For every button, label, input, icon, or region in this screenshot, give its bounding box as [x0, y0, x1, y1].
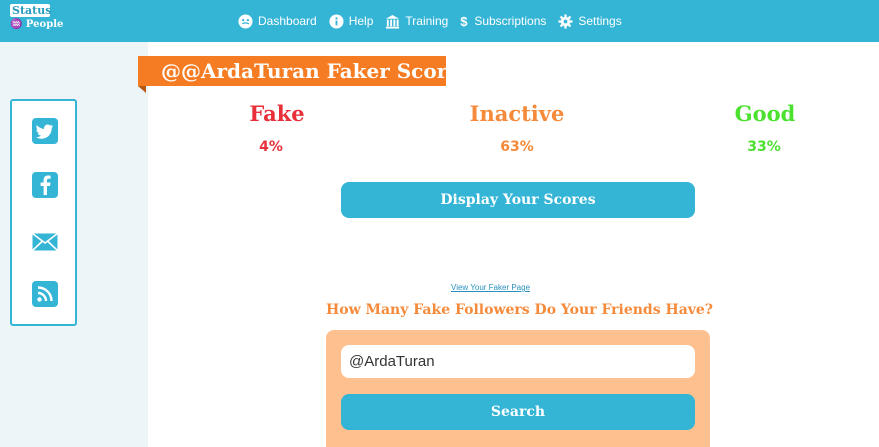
view-faker-page-link[interactable]: View Your Faker Page — [451, 283, 530, 292]
nav-dashboard[interactable]: Dashboard — [238, 13, 317, 29]
fake-percentage: 4% — [259, 139, 283, 155]
banner-fold — [138, 86, 146, 93]
friends-question-heading: How Many Fake Followers Do Your Friends … — [326, 302, 714, 318]
building-icon — [385, 14, 400, 29]
info-icon — [329, 13, 344, 29]
dollar-icon: $ — [460, 14, 469, 29]
nav-settings-label: Settings — [578, 14, 622, 28]
nav-help[interactable]: Help — [329, 13, 374, 29]
nav-settings[interactable]: Settings — [558, 13, 622, 29]
email-icon[interactable] — [32, 229, 58, 255]
fake-label: Fake — [249, 101, 305, 126]
nav-training[interactable]: Training — [385, 14, 448, 29]
nav-dashboard-label: Dashboard — [258, 14, 317, 28]
search-input[interactable] — [341, 345, 695, 378]
rss-icon[interactable] — [32, 281, 58, 307]
gear-icon — [558, 13, 573, 29]
logo-line-1: Status — [10, 4, 52, 17]
svg-text:$: $ — [461, 14, 469, 29]
inactive-label: Inactive — [469, 101, 565, 126]
display-scores-button[interactable]: Display Your Scores — [341, 182, 695, 218]
nav-help-label: Help — [348, 14, 374, 28]
page-title: @@ArdaTuran Faker Scores — [161, 59, 472, 83]
nav-subscriptions-label: Subscriptions — [474, 14, 547, 28]
social-share-panel — [10, 99, 77, 326]
nav-subscriptions[interactable]: $ Subscriptions — [460, 14, 547, 29]
twitter-icon[interactable] — [32, 118, 58, 144]
top-nav-bar: Status ♒ People Dashboard Help Training … — [0, 0, 879, 42]
search-button[interactable]: Search — [341, 394, 695, 430]
inactive-percentage: 63% — [500, 139, 534, 155]
good-label: Good — [734, 101, 796, 126]
facebook-icon[interactable] — [32, 172, 58, 198]
logo-line-2: ♒ People — [10, 19, 64, 30]
nav-training-label: Training — [405, 14, 449, 28]
page-title-banner: @@ArdaTuran Faker Scores — [138, 56, 472, 86]
good-percentage: 33% — [747, 139, 781, 155]
main-nav: Dashboard Help Training $ Subscriptions … — [238, 0, 622, 42]
status-people-logo[interactable]: Status ♒ People — [10, 4, 64, 36]
dashboard-icon — [238, 13, 253, 29]
